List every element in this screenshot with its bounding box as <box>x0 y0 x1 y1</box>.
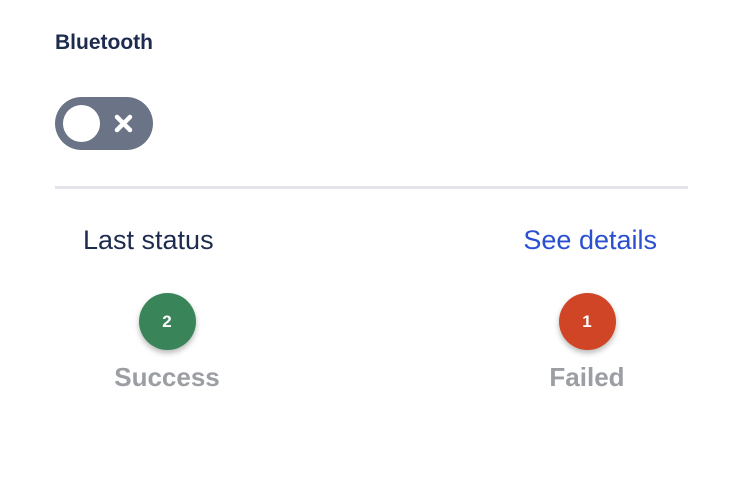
bluetooth-toggle[interactable] <box>55 97 153 150</box>
failed-label: Failed <box>549 362 625 392</box>
success-count-badge: 2 <box>138 293 196 350</box>
bluetooth-label: Bluetooth <box>55 31 153 54</box>
success-stat: 2 Success <box>87 293 247 393</box>
success-label: Success <box>114 362 220 392</box>
close-icon <box>114 114 133 133</box>
last-status-heading: Last status <box>83 225 214 255</box>
failed-count-badge: 1 <box>558 293 616 350</box>
failed-stat: 1 Failed <box>507 293 667 393</box>
toggle-knob[interactable] <box>63 105 100 142</box>
section-divider <box>55 186 688 189</box>
see-details-link[interactable]: See details <box>523 225 657 256</box>
